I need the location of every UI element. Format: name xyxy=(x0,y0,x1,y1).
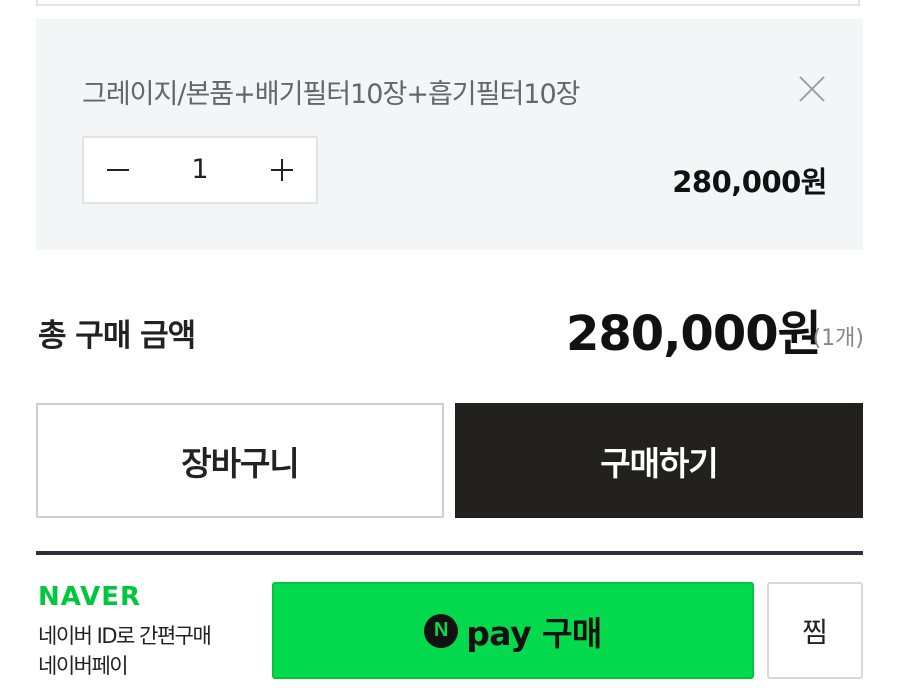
total-count: (1개) xyxy=(812,326,864,351)
naver-n-icon: N xyxy=(424,613,459,648)
quantity-stepper: 1 xyxy=(82,136,318,204)
naver-description-line1: 네이버 ID로 간편구매 xyxy=(38,624,212,648)
naver-logo: NAVER xyxy=(38,582,142,612)
previous-field-border xyxy=(36,0,860,6)
naver-pay-label: pay 구매 xyxy=(466,613,602,653)
option-name: 그레이지/본품+배기필터10장+흡기필터10장 xyxy=(82,79,580,110)
naver-pay-buy-button[interactable]: N pay 구매 xyxy=(272,582,754,679)
decrease-quantity-minus-icon[interactable] xyxy=(84,138,152,202)
option-price: 280,000원 xyxy=(672,165,827,199)
quantity-value[interactable]: 1 xyxy=(152,138,248,202)
wishlist-button[interactable]: 찜 xyxy=(767,582,863,679)
add-to-cart-button[interactable]: 장바구니 xyxy=(36,403,444,518)
selected-option-panel: 그레이지/본품+배기필터10장+흡기필터10장 1 280,000원 xyxy=(36,19,863,250)
remove-option-close-icon[interactable] xyxy=(794,71,830,107)
total-price: 280,000원 xyxy=(566,306,822,362)
naver-description-line2: 네이버페이 xyxy=(38,654,129,678)
total-label: 총 구매 금액 xyxy=(38,318,196,354)
section-divider xyxy=(36,551,863,555)
increase-quantity-plus-icon[interactable] xyxy=(248,138,316,202)
buy-now-button[interactable]: 구매하기 xyxy=(455,403,863,518)
